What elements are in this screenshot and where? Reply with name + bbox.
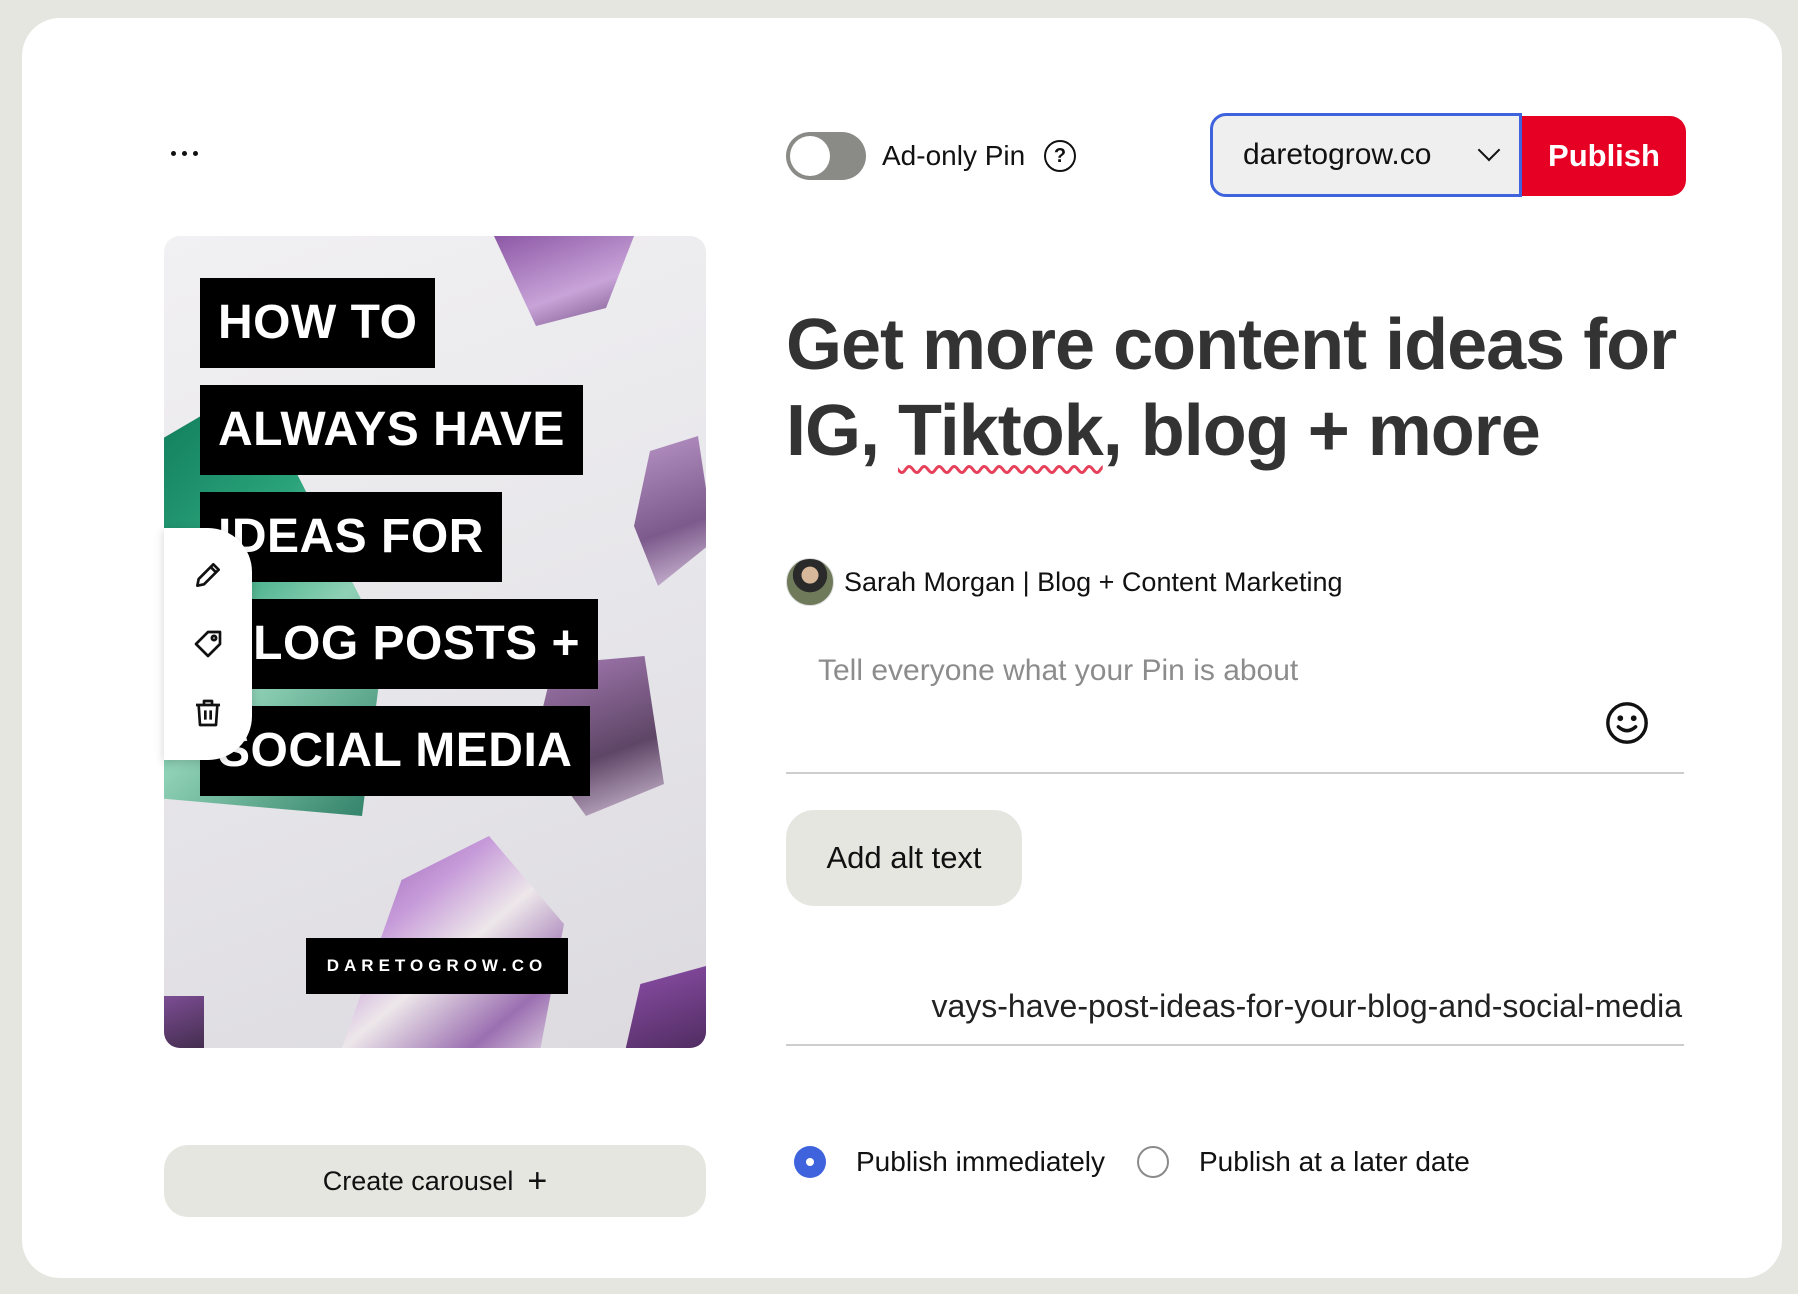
- pin-image-title-line: HOW TO: [200, 278, 436, 368]
- create-carousel-label: Create carousel: [322, 1165, 514, 1196]
- crystal-decoration: [494, 236, 634, 326]
- pin-image-title-line: SOCIAL MEDIA: [200, 706, 591, 796]
- author-name: Sarah Morgan | Blog + Content Marketing: [844, 566, 1343, 597]
- dot: [170, 150, 176, 156]
- publish-later-label[interactable]: Publish at a later date: [1199, 1146, 1470, 1178]
- description-placeholder: Tell everyone what your Pin is about: [818, 654, 1299, 687]
- pin-image-title-line: ALWAYS HAVE: [200, 385, 583, 475]
- crystal-decoration: [164, 996, 204, 1048]
- account-selector[interactable]: daretogrow.co: [1210, 113, 1522, 197]
- ad-only-toggle[interactable]: [786, 132, 866, 180]
- create-carousel-button[interactable]: Create carousel +: [164, 1145, 706, 1217]
- destination-link-value: vays-have-post-ideas-for-your-blog-and-s…: [931, 988, 1682, 1024]
- radio-publish-immediately[interactable]: [794, 1146, 826, 1178]
- pencil-icon[interactable]: [185, 552, 231, 598]
- ad-only-label: Ad-only Pin: [882, 140, 1026, 171]
- destination-link-field[interactable]: vays-have-post-ideas-for-your-blog-and-s…: [786, 978, 1684, 1046]
- radio-publish-later[interactable]: [1137, 1146, 1169, 1178]
- dot: [181, 150, 187, 156]
- crystal-decoration: [634, 436, 706, 586]
- spellcheck-word: Tiktok: [898, 391, 1104, 471]
- avatar: [786, 558, 834, 606]
- image-edit-toolbar: [164, 528, 252, 760]
- create-pin-card: Ad-only Pin ? daretogrow.co Publish HOW …: [22, 18, 1782, 1278]
- smiley-icon[interactable]: [1604, 700, 1650, 746]
- account-name: daretogrow.co: [1243, 138, 1432, 171]
- publish-button[interactable]: Publish: [1522, 116, 1686, 196]
- help-icon[interactable]: ?: [1044, 140, 1076, 172]
- author-row: Sarah Morgan | Blog + Content Marketing: [786, 558, 1343, 606]
- trash-icon[interactable]: [185, 690, 231, 736]
- tag-icon[interactable]: [185, 621, 231, 667]
- add-alt-text-button[interactable]: Add alt text: [786, 810, 1022, 906]
- brand-badge: DARETOGROW.CO: [306, 938, 568, 994]
- plus-icon: +: [527, 1162, 548, 1200]
- crystal-decoration: [624, 966, 706, 1048]
- publish-timing-options: Publish immediately Publish at a later d…: [794, 1146, 1502, 1178]
- more-options-button[interactable]: [158, 133, 210, 173]
- description-field[interactable]: Tell everyone what your Pin is about: [786, 640, 1684, 774]
- publish-immediately-label[interactable]: Publish immediately: [856, 1146, 1105, 1178]
- pin-title-field[interactable]: Get more content ideas for IG, Tiktok, b…: [786, 302, 1686, 474]
- pin-image-title-line: BLOG POSTS +: [200, 599, 599, 689]
- pin-title-text: , blog + more: [1102, 391, 1541, 471]
- dot: [192, 150, 198, 156]
- toggle-knob: [790, 136, 830, 176]
- chevron-down-icon: [1477, 138, 1501, 162]
